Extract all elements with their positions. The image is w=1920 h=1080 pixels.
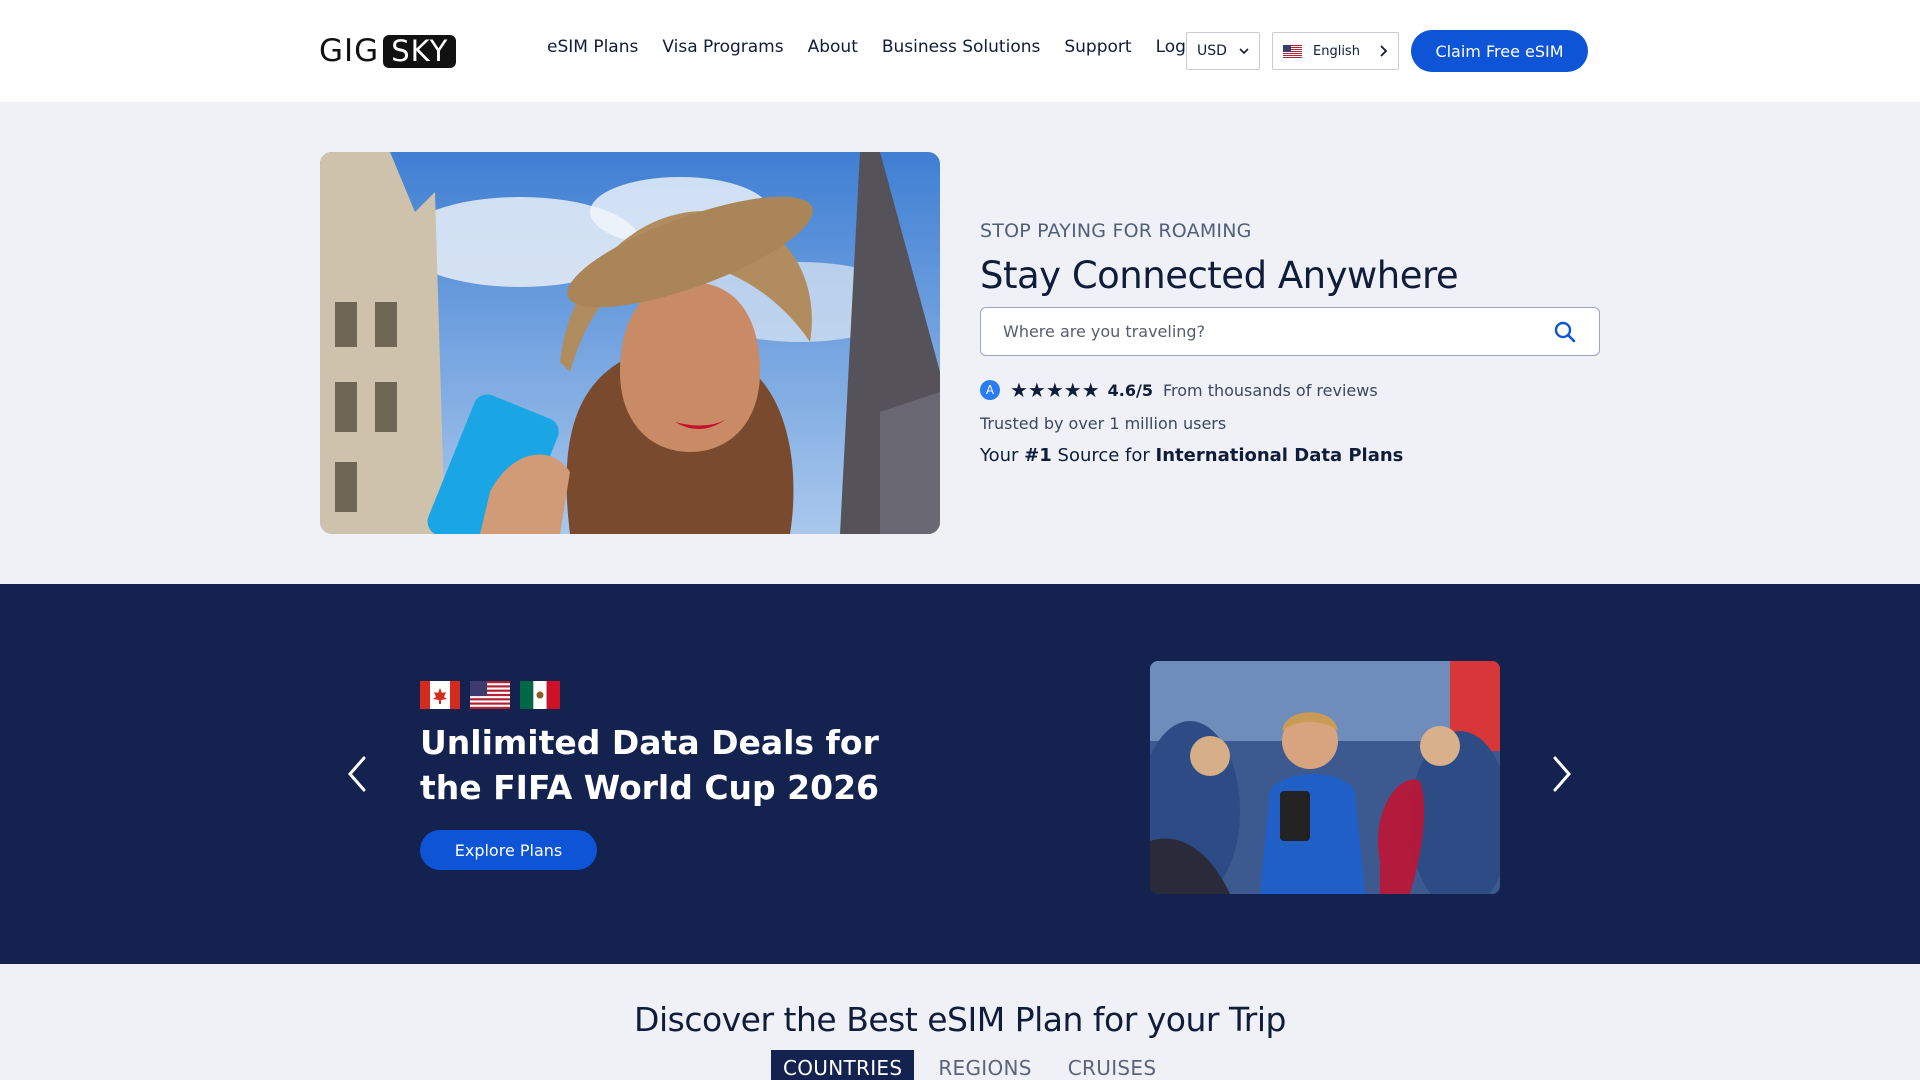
currency-select[interactable]: USD: [1186, 32, 1260, 70]
nav-esim-plans[interactable]: eSIM Plans: [547, 37, 638, 57]
canada-flag-icon: [420, 681, 460, 709]
destination-search[interactable]: [980, 307, 1600, 356]
discover-section: Discover the Best eSIM Plan for your Tri…: [0, 964, 1920, 1080]
source-bold: International Data Plans: [1155, 445, 1404, 466]
hero-title: Stay Connected Anywhere: [980, 254, 1459, 297]
tab-countries[interactable]: COUNTRIES: [771, 1050, 915, 1080]
nav-visa-programs[interactable]: Visa Programs: [662, 37, 783, 57]
logo-text-gig: GIG: [319, 33, 380, 69]
chevron-down-icon: [1239, 47, 1249, 54]
tab-cruises[interactable]: CRUISES: [1056, 1050, 1169, 1080]
gigsky-logo[interactable]: GIG SKY: [319, 33, 457, 69]
carousel-prev-arrow-icon[interactable]: [344, 754, 374, 794]
source-rank: #1: [1024, 445, 1052, 466]
source-tagline: Your #1 Source for International Data Pl…: [980, 445, 1600, 466]
explore-plans-button[interactable]: Explore Plans: [420, 830, 597, 870]
mexico-flag-icon: [520, 681, 560, 709]
us-flag-icon: [1283, 44, 1302, 58]
hero-content: STOP PAYING FOR ROAMING Stay Connected A…: [980, 220, 1600, 466]
destination-search-input[interactable]: [1003, 322, 1553, 341]
rating-score: 4.6/5: [1107, 380, 1153, 400]
language-value: English: [1313, 43, 1360, 59]
source-mid: Source for: [1057, 445, 1150, 466]
plan-tabs: COUNTRIES REGIONS CRUISES: [771, 1050, 1180, 1080]
football-fans-image: [1150, 661, 1500, 894]
search-icon[interactable]: [1553, 320, 1577, 344]
source-pre: Your: [980, 445, 1019, 466]
rating-text: From thousands of reviews: [1162, 380, 1378, 400]
usa-flag-icon: [470, 681, 510, 709]
site-header: GIG SKY eSIM Plans Visa Programs About B…: [0, 0, 1920, 102]
hero-section: STOP PAYING FOR ROAMING Stay Connected A…: [0, 102, 1920, 584]
language-select[interactable]: English: [1272, 32, 1399, 70]
discover-title: Discover the Best eSIM Plan for your Tri…: [634, 1000, 1286, 1039]
currency-value: USD: [1197, 43, 1227, 59]
promo-title: Unlimited Data Deals for the FIFA World …: [420, 723, 880, 807]
main-nav: eSIM Plans Visa Programs About Business …: [547, 37, 1213, 57]
hero-traveler-image: [320, 152, 940, 534]
app-store-icon: A: [980, 380, 1000, 400]
tab-regions[interactable]: REGIONS: [926, 1050, 1043, 1080]
rating-stars-icon: ★★★★★: [1010, 378, 1100, 402]
nav-about[interactable]: About: [808, 37, 858, 57]
trusted-text: Trusted by over 1 million users: [980, 414, 1227, 433]
promo-carousel: Unlimited Data Deals for the FIFA World …: [0, 584, 1920, 964]
claim-free-esim-button[interactable]: Claim Free eSIM: [1411, 30, 1588, 72]
chevron-right-icon: [1380, 45, 1388, 57]
nav-support[interactable]: Support: [1064, 37, 1131, 57]
promo-flags: [420, 681, 560, 709]
rating-row: A ★★★★★ 4.6/5 From thousands of reviews: [980, 378, 1600, 402]
logo-text-sky: SKY: [383, 34, 457, 68]
carousel-next-arrow-icon[interactable]: [1545, 754, 1575, 794]
nav-business-solutions[interactable]: Business Solutions: [882, 37, 1040, 57]
hero-eyebrow: STOP PAYING FOR ROAMING: [980, 220, 1252, 242]
